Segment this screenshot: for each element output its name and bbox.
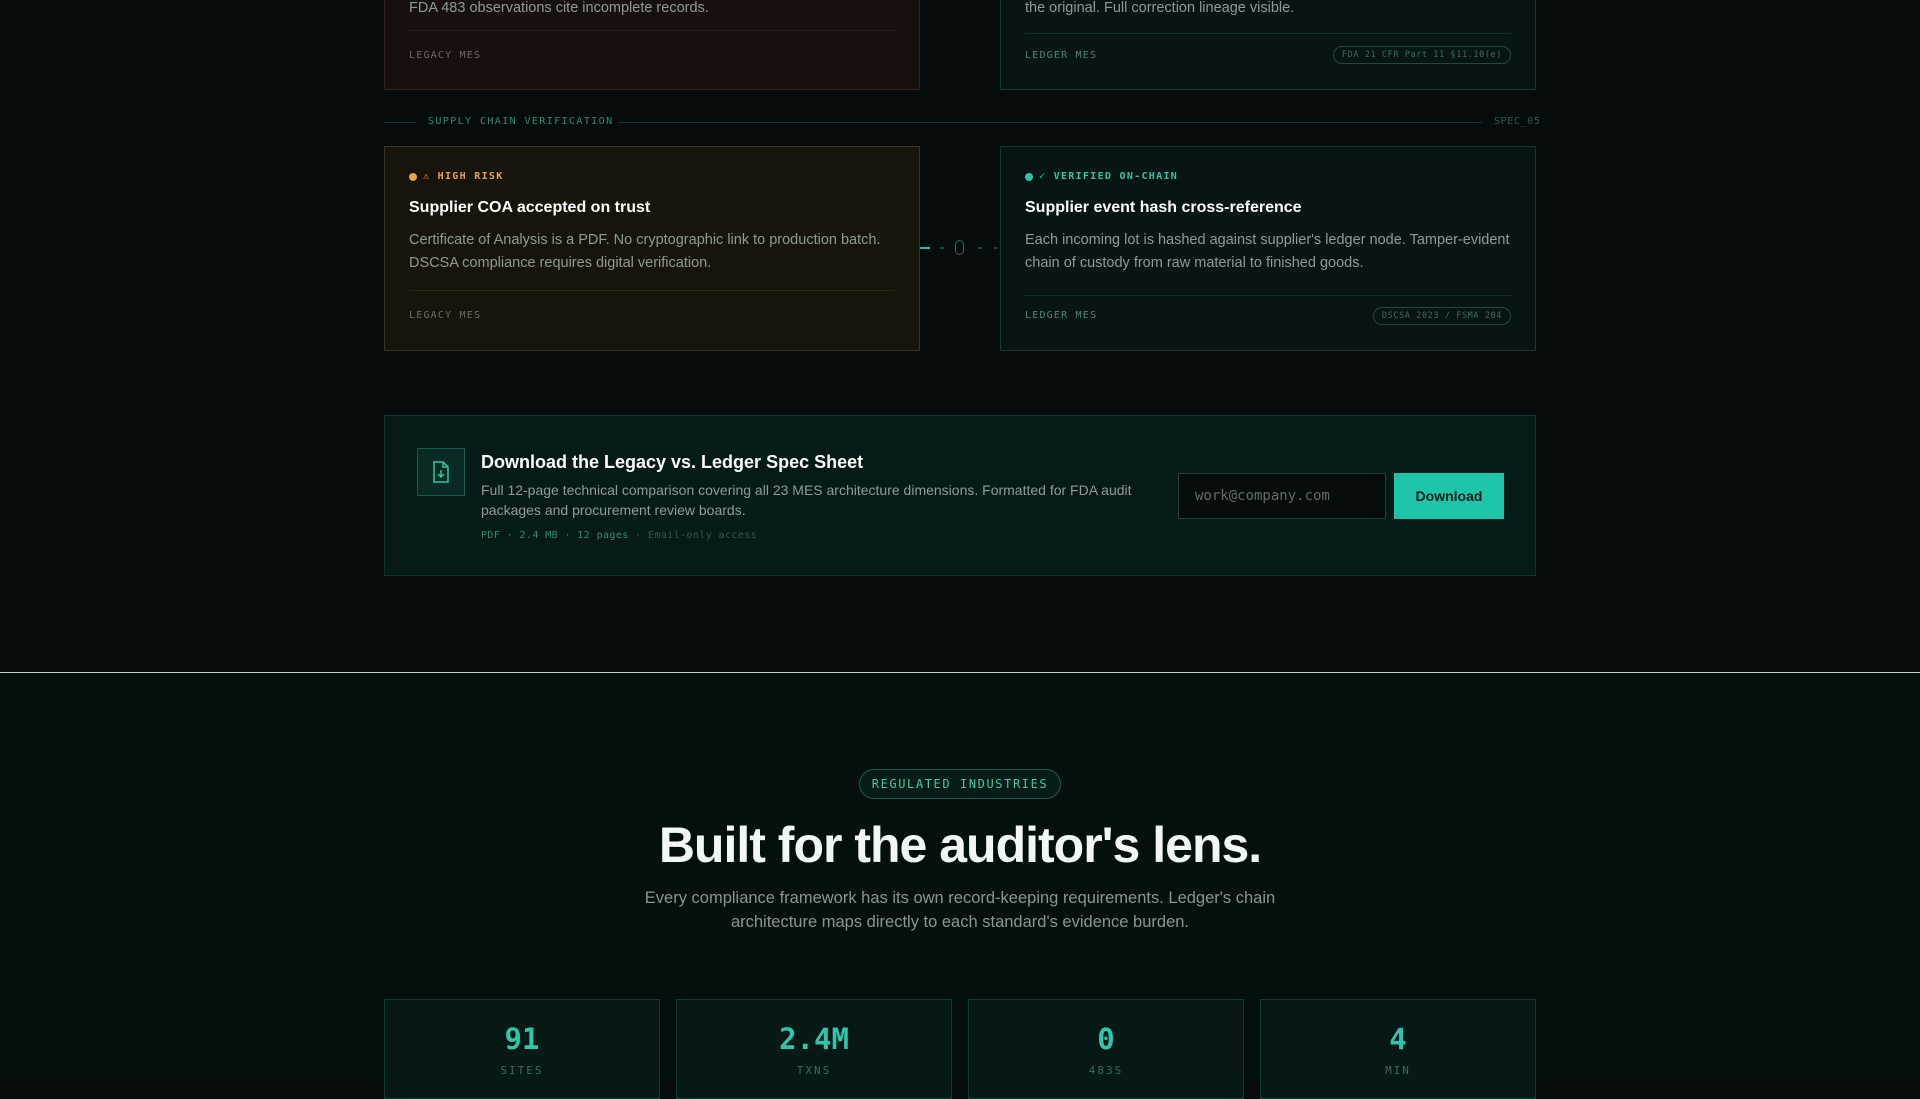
card-divider: [409, 30, 895, 31]
industries-section: [0, 673, 1920, 1080]
legacy-card-audit: FDA 483 observations cite incomplete rec…: [384, 0, 920, 90]
card-divider: [1025, 295, 1511, 296]
section-title: SUPPLY CHAIN VERIFICATION: [428, 116, 614, 127]
section-spec-id: SPEC_05: [1494, 116, 1541, 127]
industries-heading: Built for the auditor's lens.: [658, 817, 1262, 873]
stat-card-sites: 91 SITES: [384, 999, 660, 1099]
compliance-tag: DSCSA 2023 / FSMA 204: [1372, 307, 1511, 325]
risk-dot-icon: [409, 172, 417, 181]
file-info: PDF · 2.4 MB · 12 pages: [481, 530, 629, 541]
stat-value: 2.4M: [779, 1022, 849, 1056]
card-divider: [409, 290, 895, 291]
stat-label: MIN: [1385, 1064, 1411, 1077]
stat-card-min: 4 MIN: [1260, 999, 1536, 1099]
verified-status: ✓ VERIFIED ON-CHAIN: [1025, 171, 1178, 182]
access-info: · Email-only access: [635, 530, 758, 541]
spec-sheet-download-panel: Download the Legacy vs. Ledger Spec Shee…: [384, 415, 1536, 576]
file-download-icon: [417, 448, 465, 496]
download-description: Full 12-page technical comparison coveri…: [481, 482, 1132, 518]
stat-label: TXNS: [796, 1064, 832, 1077]
industries-subheading: Every compliance framework has its own r…: [644, 889, 1276, 931]
card-footer-label: LEDGER MES: [1025, 310, 1098, 321]
verified-status-label: ✓ VERIFIED ON-CHAIN: [1039, 171, 1179, 182]
stat-card-483s: 0 483S: [968, 999, 1244, 1099]
connector-dash: [920, 247, 930, 249]
connector-node-icon: [955, 240, 964, 255]
card-divider: [1025, 33, 1511, 34]
card-description: Certificate of Analysis is a PDF. No cry…: [409, 232, 881, 271]
legacy-card-supplier-coa: ⚠ HIGH RISK Supplier COA accepted on tru…: [384, 146, 920, 351]
section-rule-right: [618, 122, 1482, 123]
stat-value: 0: [1097, 1022, 1115, 1056]
card-footer-label: LEGACY MES: [409, 50, 482, 61]
stat-card-txns: 2.4M TXNS: [676, 999, 952, 1099]
connector-dash: [994, 247, 997, 249]
compliance-tag: FDA 21 CFR Part 11 §11.10(e): [1332, 46, 1511, 64]
card-description: FDA 483 observations cite incomplete rec…: [409, 0, 709, 16]
ledger-card-audit: the original. Full correction lineage vi…: [1000, 0, 1536, 90]
card-footer-label: LEGACY MES: [409, 310, 482, 321]
risk-status-label: ⚠ HIGH RISK: [423, 171, 504, 182]
connector-dash: [978, 247, 982, 249]
stat-label: SITES: [500, 1064, 544, 1077]
email-input[interactable]: [1178, 473, 1386, 519]
download-button[interactable]: Download: [1394, 473, 1504, 519]
ledger-card-supplier-hash: ✓ VERIFIED ON-CHAIN Supplier event hash …: [1000, 146, 1536, 351]
risk-status: ⚠ HIGH RISK: [409, 171, 504, 182]
card-description: the original. Full correction lineage vi…: [1025, 0, 1295, 16]
card-footer-label: LEDGER MES: [1025, 50, 1098, 61]
stat-value: 4: [1389, 1022, 1407, 1056]
card-title: Supplier COA accepted on trust: [409, 199, 651, 216]
stat-label: 483S: [1088, 1064, 1124, 1077]
section-rule-left: [384, 122, 416, 123]
industries-badge: REGULATED INDUSTRIES: [859, 769, 1061, 799]
verified-dot-icon: [1025, 172, 1033, 181]
connector-dash: [940, 247, 944, 249]
download-meta: PDF · 2.4 MB · 12 pages · Email-only acc…: [481, 530, 757, 541]
card-title: Supplier event hash cross-reference: [1025, 199, 1302, 216]
card-description: Each incoming lot is hashed against supp…: [1025, 232, 1510, 271]
stat-value: 91: [504, 1022, 540, 1056]
download-title: Download the Legacy vs. Ledger Spec Shee…: [481, 452, 864, 472]
